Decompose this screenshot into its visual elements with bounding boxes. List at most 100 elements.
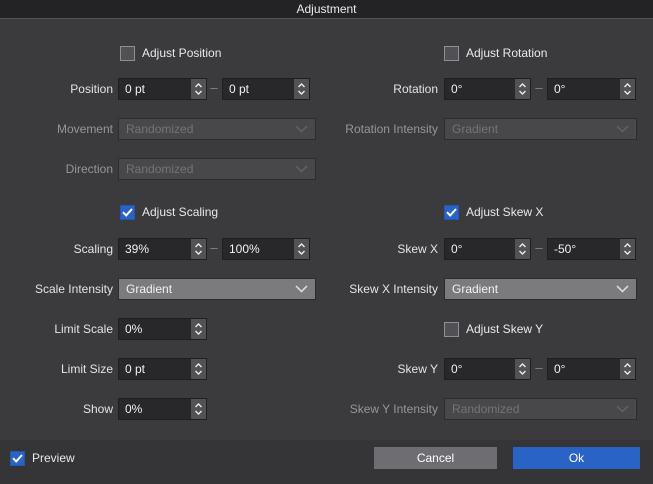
adjust-position-label: Adjust Position	[142, 46, 222, 60]
ok-button[interactable]: Ok	[513, 447, 640, 469]
rotation-intensity-value: Gradient	[452, 122, 499, 136]
rotation-to-value[interactable]: 0°	[548, 79, 620, 99]
scaling-label: Scaling	[73, 242, 113, 256]
preview-checkbox[interactable]: Preview	[10, 450, 75, 466]
skew-y-from-stepper[interactable]	[515, 359, 530, 379]
limit-size-value[interactable]: 0 pt	[119, 359, 191, 379]
cancel-button-label: Cancel	[416, 451, 455, 465]
position-label: Position	[70, 82, 113, 96]
chevron-up-down-icon	[519, 83, 526, 95]
range-dash: –	[535, 360, 543, 375]
skew-x-from-spinner[interactable]: 0°	[444, 238, 531, 260]
skew-x-to-value[interactable]: -50°	[548, 239, 620, 259]
scaling-skewx-row: Scaling 39% – 100% Skew X 0° – -50°	[0, 238, 653, 260]
skew-x-intensity-dropdown[interactable]: Gradient	[444, 278, 637, 300]
chevron-down-icon	[295, 125, 308, 133]
rotation-from-value[interactable]: 0°	[445, 79, 515, 99]
skew-y-intensity-dropdown: Randomized	[444, 398, 637, 420]
adjust-skew-y-label: Adjust Skew Y	[466, 322, 544, 336]
checkbox-icon[interactable]	[120, 45, 135, 61]
scaling-from-value[interactable]: 39%	[119, 239, 191, 259]
skew-y-intensity-label: Skew Y Intensity	[349, 402, 438, 416]
checkbox-icon[interactable]	[10, 450, 25, 466]
limit-scale-label: Limit Scale	[54, 322, 113, 336]
range-dash: –	[210, 240, 218, 255]
skew-x-from-value[interactable]: 0°	[445, 239, 515, 259]
skew-y-to-stepper[interactable]	[620, 359, 635, 379]
skew-x-intensity-value: Gradient	[452, 282, 499, 296]
movement-value: Randomized	[126, 122, 194, 136]
scaling-to-spinner[interactable]: 100%	[222, 238, 310, 260]
limit-size-spinner[interactable]: 0 pt	[118, 358, 207, 380]
adjustment-dialog: Adjustment Adjust Position Adjust Rotati…	[0, 0, 653, 484]
position-to-stepper[interactable]	[294, 79, 309, 99]
scaling-to-stepper[interactable]	[294, 239, 309, 259]
scaling-from-spinner[interactable]: 39%	[118, 238, 207, 260]
checkbox-icon[interactable]	[444, 204, 459, 220]
scale-intensity-dropdown[interactable]: Gradient	[118, 278, 316, 300]
chevron-down-icon	[616, 285, 629, 293]
adjust-scaling-label: Adjust Scaling	[142, 205, 219, 219]
limit-scale-stepper[interactable]	[191, 319, 206, 339]
skew-y-to-value[interactable]: 0°	[548, 359, 620, 379]
checkbox-icon[interactable]	[444, 321, 459, 337]
rotation-intensity-label: Rotation Intensity	[345, 122, 438, 136]
skew-y-from-spinner[interactable]: 0°	[444, 358, 531, 380]
adjust-position-checkbox[interactable]: Adjust Position	[120, 45, 221, 61]
show-value[interactable]: 0%	[119, 399, 191, 419]
chevron-down-icon	[616, 405, 629, 413]
check-icon	[12, 453, 23, 463]
show-stepper[interactable]	[191, 399, 206, 419]
limit-scale-spinner[interactable]: 0%	[118, 318, 207, 340]
skew-x-to-spinner[interactable]: -50°	[547, 238, 636, 260]
chevron-down-icon	[616, 125, 629, 133]
chevron-up-down-icon	[195, 323, 202, 335]
adjust-rotation-checkbox[interactable]: Adjust Rotation	[444, 45, 547, 61]
skew-x-label: Skew X	[397, 242, 438, 256]
adjust-skew-x-label: Adjust Skew X	[466, 205, 544, 219]
scaling-to-value[interactable]: 100%	[223, 239, 294, 259]
position-from-value[interactable]: 0 pt	[119, 79, 191, 99]
skew-x-from-stepper[interactable]	[515, 239, 530, 259]
skew-x-to-stepper[interactable]	[620, 239, 635, 259]
movement-label: Movement	[56, 122, 113, 136]
limit-size-stepper[interactable]	[191, 359, 206, 379]
show-spinner[interactable]: 0%	[118, 398, 207, 420]
rotation-from-spinner[interactable]: 0°	[444, 78, 531, 100]
rotation-to-stepper[interactable]	[620, 79, 635, 99]
checkbox-icon[interactable]	[120, 204, 135, 220]
range-dash: –	[210, 80, 218, 95]
range-dash: –	[535, 80, 543, 95]
rotation-from-stepper[interactable]	[515, 79, 530, 99]
skew-y-to-spinner[interactable]: 0°	[547, 358, 636, 380]
dialog-titlebar[interactable]: Adjustment	[0, 0, 653, 19]
position-from-spinner[interactable]: 0 pt	[118, 78, 207, 100]
limit-size-label: Limit Size	[60, 362, 113, 376]
position-to-value[interactable]: 0 pt	[223, 79, 294, 99]
chevron-up-down-icon	[195, 243, 202, 255]
adjust-skew-y-checkbox[interactable]: Adjust Skew Y	[444, 321, 543, 337]
skew-y-from-value[interactable]: 0°	[445, 359, 515, 379]
limit-size-skewy-row: Limit Size 0 pt Skew Y 0° – 0°	[0, 358, 653, 380]
rotation-to-spinner[interactable]: 0°	[547, 78, 636, 100]
adjust-scaling-checkbox[interactable]: Adjust Scaling	[120, 204, 218, 220]
scaling-from-stepper[interactable]	[191, 239, 206, 259]
skew-x-intensity-label: Skew X Intensity	[349, 282, 438, 296]
rotation-intensity-dropdown: Gradient	[444, 118, 637, 140]
adjust-rotation-label: Adjust Rotation	[466, 46, 548, 60]
checkbox-icon[interactable]	[444, 45, 459, 61]
chevron-up-down-icon	[624, 83, 631, 95]
position-to-spinner[interactable]: 0 pt	[222, 78, 310, 100]
adjust-skew-x-checkbox[interactable]: Adjust Skew X	[444, 204, 543, 220]
chevron-up-down-icon	[298, 243, 305, 255]
limit-scale-value[interactable]: 0%	[119, 319, 191, 339]
chevron-up-down-icon	[298, 83, 305, 95]
scale-intensity-label: Scale Intensity	[34, 282, 113, 296]
check-icon	[446, 207, 457, 217]
scale-intensity-value: Gradient	[126, 282, 173, 296]
position-from-stepper[interactable]	[191, 79, 206, 99]
cancel-button[interactable]: Cancel	[374, 447, 497, 469]
direction-dropdown: Randomized	[118, 158, 316, 180]
chevron-down-icon	[295, 285, 308, 293]
chevron-up-down-icon	[624, 363, 631, 375]
